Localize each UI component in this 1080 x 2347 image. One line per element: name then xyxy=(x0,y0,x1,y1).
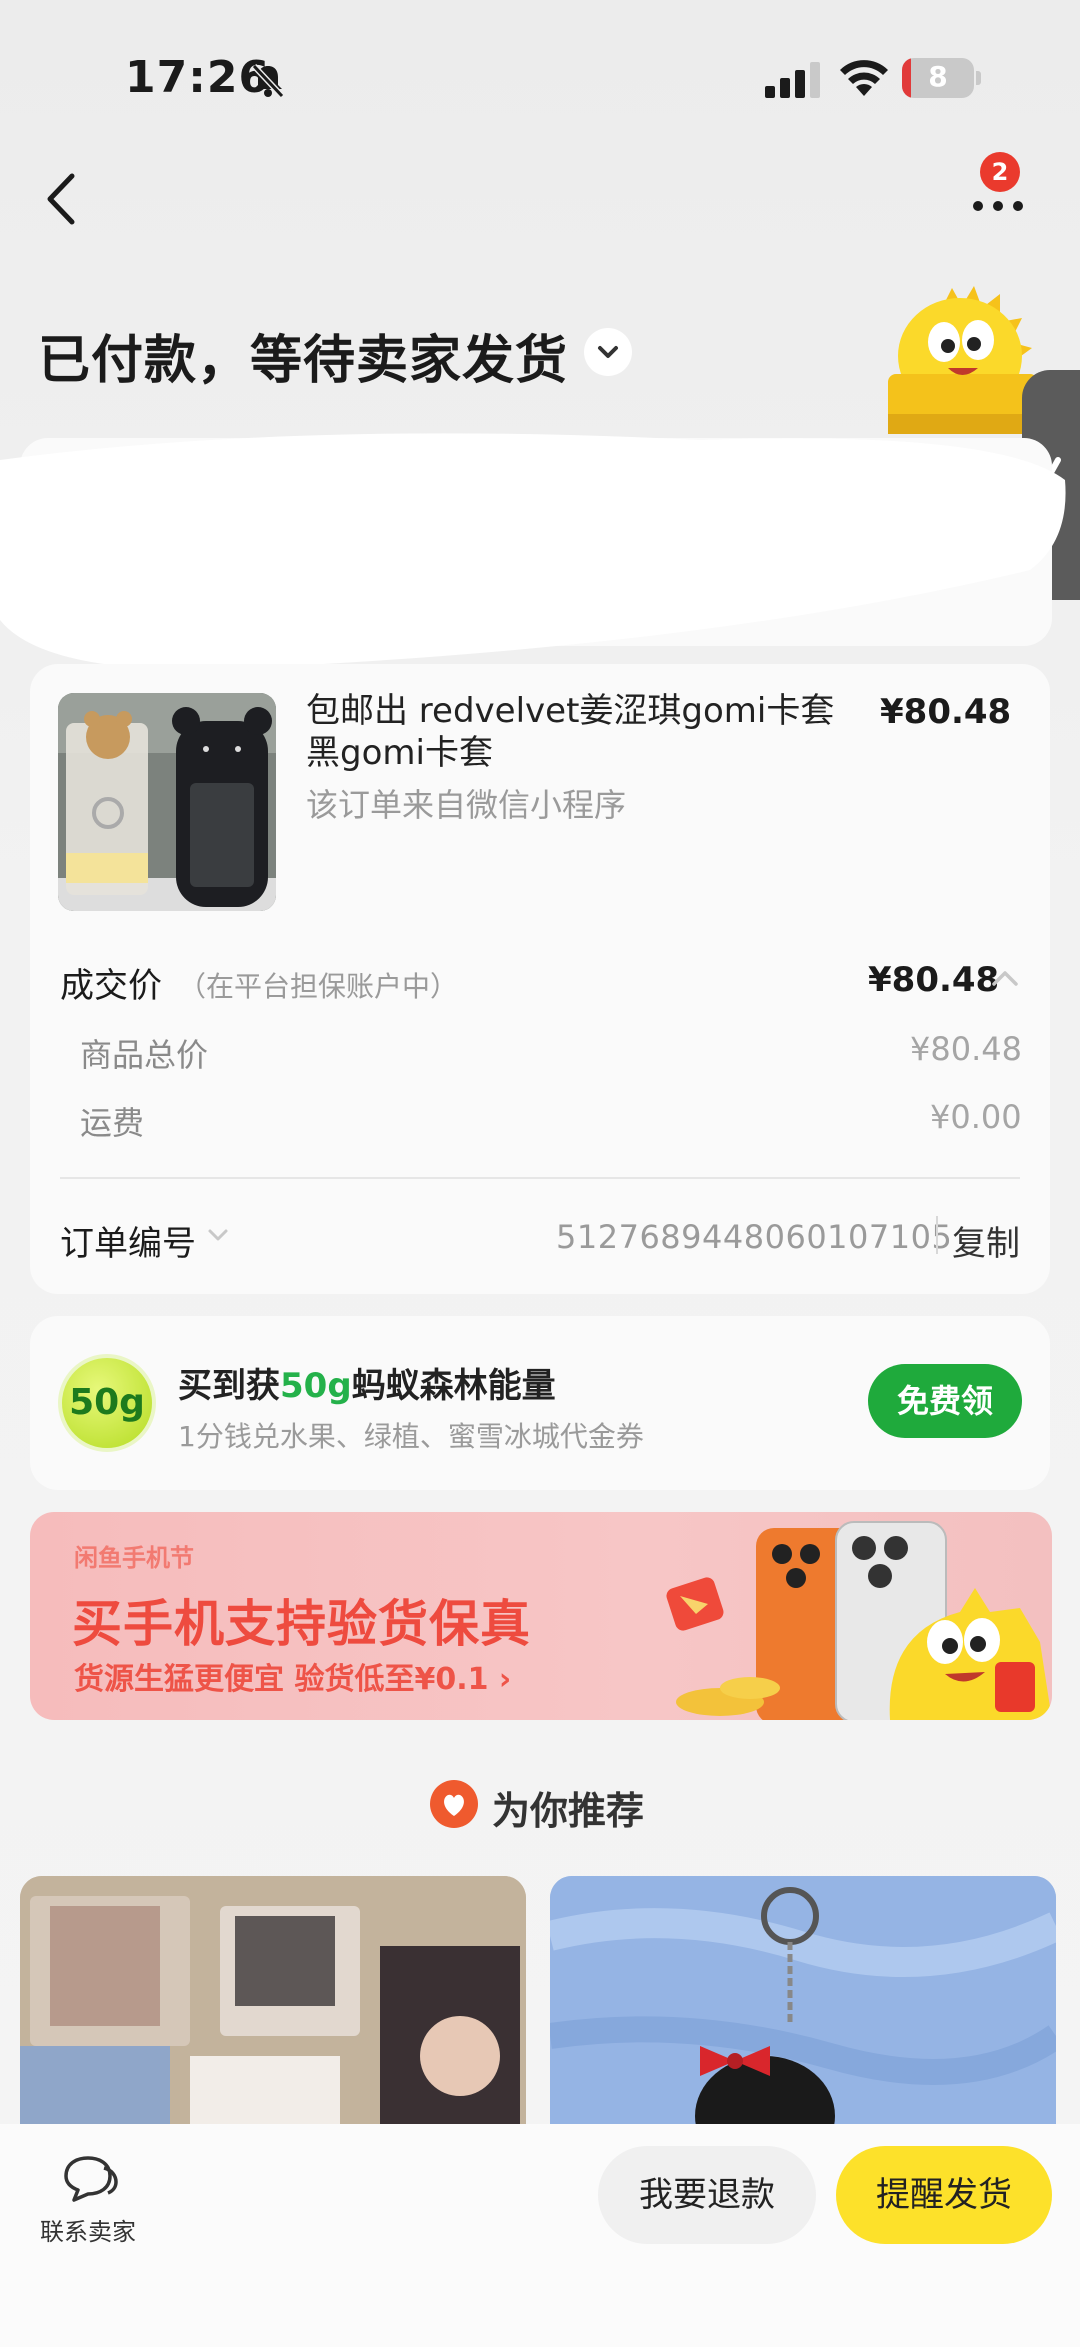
deal-price-value[interactable]: ¥80.48 xyxy=(868,960,999,1000)
energy-title-suffix: 蚂蚁森林能量 xyxy=(351,1366,556,1406)
divider xyxy=(60,1177,1020,1179)
back-icon[interactable] xyxy=(44,172,80,226)
copy-order-number-button[interactable]: 复制 xyxy=(952,1216,1020,1265)
banner-subtitle: 货源生猛更便宜 验货低至¥0.1 › xyxy=(74,1662,512,1697)
chevron-down-icon[interactable] xyxy=(206,1226,230,1244)
battery-percent: 8 xyxy=(928,60,948,93)
contact-seller-label[interactable]: 联系卖家 xyxy=(40,2212,136,2247)
battery-indicator: 8 xyxy=(902,58,982,98)
recommended-item-card[interactable] xyxy=(20,1876,526,2126)
product-price: ¥80.48 xyxy=(880,692,1012,732)
heart-shape xyxy=(444,1794,464,1816)
energy-title-prefix: 买到获 xyxy=(178,1366,280,1406)
chevron-up-icon[interactable] xyxy=(990,966,1020,990)
claim-energy-button[interactable]: 免费领 xyxy=(868,1364,1022,1438)
redaction-mask xyxy=(0,433,1066,670)
remind-shipment-button[interactable]: 提醒发货 xyxy=(836,2146,1052,2244)
banner-tag: 闲鱼手机节 xyxy=(74,1544,194,1572)
message-count-badge: 2 xyxy=(980,152,1020,192)
divider xyxy=(936,1216,938,1254)
order-number-value: 5127689448060107105 xyxy=(556,1218,953,1256)
recommended-item-card[interactable] xyxy=(550,1876,1056,2126)
heart-icon xyxy=(430,1780,478,1828)
recommended-item-image xyxy=(550,1876,1056,2126)
chevron-down-icon xyxy=(598,346,618,358)
energy-badge-icon: 50g xyxy=(58,1354,156,1452)
refund-button[interactable]: 我要退款 xyxy=(598,2146,816,2244)
page-title: 已付款，等待卖家发货 xyxy=(38,331,569,391)
cellular-signal-icon xyxy=(765,62,820,98)
subtotal-value: ¥80.48 xyxy=(910,1030,1022,1068)
recommended-item-image xyxy=(20,1876,526,2126)
chat-bubble-icon[interactable] xyxy=(60,2154,118,2204)
wifi-icon xyxy=(840,60,888,96)
subtotal-label: 商品总价 xyxy=(80,1036,209,1074)
status-expand-button[interactable] xyxy=(584,328,632,376)
energy-title: 买到获50g蚂蚁森林能量 xyxy=(178,1358,556,1407)
product-title[interactable]: 包邮出 redvelvet姜涩琪gomi卡套 黑gomi卡套 xyxy=(306,690,876,774)
banner-title: 买手机支持验货保真 xyxy=(72,1595,531,1653)
bell-muted-icon xyxy=(251,63,285,99)
energy-subtitle: 1分钱兑水果、绿植、蜜雪冰城代金券 xyxy=(178,1420,644,1453)
deal-price-note: （在平台担保账户中） xyxy=(178,970,459,1003)
product-thumbnail[interactable] xyxy=(58,693,276,911)
energy-title-highlight: 50g xyxy=(280,1366,352,1406)
order-number-label: 订单编号 xyxy=(60,1224,196,1264)
deal-price-label: 成交价 xyxy=(60,966,162,1006)
order-source-text: 该订单来自微信小程序 xyxy=(306,786,627,824)
shipping-value: ¥0.00 xyxy=(930,1098,1022,1136)
recommend-title: 为你推荐 xyxy=(492,1789,645,1833)
shipping-label: 运费 xyxy=(80,1104,145,1142)
fish-mascot-image xyxy=(888,286,1038,434)
